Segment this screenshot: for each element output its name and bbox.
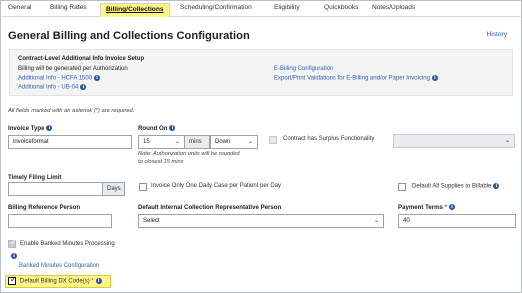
chevron-down-icon: ⌄	[504, 138, 510, 144]
round-on-unit: mins	[185, 135, 210, 149]
surplus-functionality-checkbox[interactable]	[269, 136, 277, 144]
billing-config-page: General Billing Rates Billing/Collection…	[0, 0, 522, 293]
round-on-direction-select[interactable]: Down ⌄	[210, 135, 258, 149]
round-on-label-text: Round On	[138, 125, 168, 132]
payment-terms-label: Payment Terms * i	[398, 204, 456, 211]
round-on-direction-value: Down	[215, 139, 231, 145]
info-circle-icon[interactable]: i	[94, 75, 101, 81]
page-title: General Billing and Collections Configur…	[8, 30, 250, 42]
export-print-validations-link[interactable]: Export/Print Validations for E-Billing a…	[274, 76, 430, 82]
chevron-down-icon: ⌄	[373, 218, 379, 224]
billing-reference-label: Billing Reference Person	[8, 204, 81, 211]
setup-status: Billing will be generated per Authorizat…	[18, 66, 128, 72]
collection-rep-value: Select	[143, 218, 160, 224]
round-on-value-select[interactable]: 15 ⌄	[138, 135, 185, 149]
timely-filing-label: Timely Filing Limit	[8, 174, 62, 181]
banked-minutes-config-link[interactable]: Banked Minutes Configuration	[19, 263, 99, 269]
required-note-suffix: ) are required.	[97, 108, 135, 114]
round-on-value: 15	[143, 139, 150, 145]
supplies-billable-label-text: Default All Supplies to Billable	[412, 183, 492, 190]
invoice-type-label: Invoice Type i	[8, 125, 53, 132]
round-on-label: Round On i	[138, 125, 176, 132]
banked-minutes-label: Enable Banked Minutes Processing	[20, 241, 115, 247]
setup-title: Contract-Level Additional Info Invoice S…	[18, 56, 145, 62]
tab-notes-uploads[interactable]: Notes/Uploads	[372, 4, 415, 11]
info-circle-icon[interactable]: i	[493, 183, 500, 189]
surplus-functionality-label: Contract has Surplus Functionality	[283, 136, 375, 142]
supplies-billable-checkbox[interactable]	[398, 183, 406, 191]
collection-rep-select[interactable]: Select ⌄	[138, 214, 384, 228]
info-circle-icon[interactable]: i	[46, 125, 53, 132]
one-daily-case-label: Invoice Only One Daily Case per Patient …	[151, 183, 282, 189]
hcfa-1500-link-row: Additional Info - HCFA 1500 i	[18, 75, 101, 82]
timely-filing-unit: Days	[103, 182, 125, 196]
ub-04-link-row: Additional Info - UB-04 i	[18, 84, 87, 91]
required-fields-note: All fields marked with an asterisk (*) a…	[8, 108, 134, 114]
info-circle-icon[interactable]: i	[11, 253, 17, 259]
info-circle-icon[interactable]: i	[431, 75, 438, 81]
collection-rep-label: Default Internal Collection Representati…	[138, 204, 282, 211]
chevron-down-icon: ⌄	[174, 139, 180, 145]
tab-quickbooks[interactable]: Quickbooks	[324, 4, 358, 11]
payment-terms-label-text: Payment Terms	[398, 204, 443, 211]
dx-code-checkbox[interactable]: ✓	[8, 275, 17, 285]
invoice-type-value: invoiceformat	[13, 139, 49, 145]
supplies-billable-label: Default All Supplies to Billable i	[412, 183, 500, 190]
info-circle-icon[interactable]: i	[95, 278, 102, 284]
tab-billing-rates[interactable]: Billing Rates	[50, 4, 87, 11]
chevron-down-icon: ⌄	[247, 139, 253, 145]
invoice-type-select[interactable]: invoiceformat	[8, 135, 132, 149]
dx-code-asterisk: *	[91, 278, 94, 285]
additional-info-setup-panel: Contract-Level Additional Info Invoice S…	[9, 49, 513, 96]
round-on-note-line1: Note: Authorization units will be rounde…	[138, 151, 240, 157]
invoice-type-label-text: Invoice Type	[8, 125, 45, 132]
one-daily-case-checkbox[interactable]	[139, 183, 147, 191]
billing-reference-input[interactable]	[8, 214, 112, 228]
dx-code-label-text: Default Billing DX Code(s)	[20, 278, 90, 285]
timely-filing-input[interactable]	[8, 182, 103, 196]
payment-terms-input[interactable]: 40	[398, 214, 516, 228]
dx-code-label: Default Billing DX Code(s) * i	[20, 278, 102, 285]
required-note-prefix: All fields marked with an asterisk (	[8, 108, 96, 114]
tab-bar: General Billing Rates Billing/Collection…	[2, 2, 522, 17]
hcfa-1500-link[interactable]: Additional Info - HCFA 1500	[18, 76, 92, 82]
info-circle-icon[interactable]: i	[449, 204, 456, 211]
banked-minutes-checkbox[interactable]: ✓	[8, 238, 17, 248]
tab-billing-collections[interactable]: Billing/Collections	[100, 3, 170, 17]
payment-terms-asterisk: *	[444, 204, 448, 211]
ebilling-config-link[interactable]: E-Billing Configuration	[274, 66, 333, 72]
ub-04-link[interactable]: Additional Info - UB-04	[18, 85, 78, 91]
export-print-validations-row: Export/Print Validations for E-Billing a…	[274, 75, 438, 82]
tab-general[interactable]: General	[8, 4, 31, 11]
round-on-note-line2: to closest 15 mins	[138, 159, 184, 165]
surplus-functionality-select[interactable]: ⌄	[393, 134, 515, 148]
tab-scheduling-confirmation[interactable]: Scheduling/Confirmation	[180, 4, 252, 11]
checkmark-icon: ✓	[10, 275, 17, 284]
info-circle-icon[interactable]: i	[80, 84, 87, 90]
history-link[interactable]: History	[486, 31, 507, 38]
checkmark-icon: ✓	[10, 238, 17, 247]
tab-eligibility[interactable]: Eligibility	[274, 4, 300, 11]
info-circle-icon[interactable]: i	[169, 125, 176, 132]
